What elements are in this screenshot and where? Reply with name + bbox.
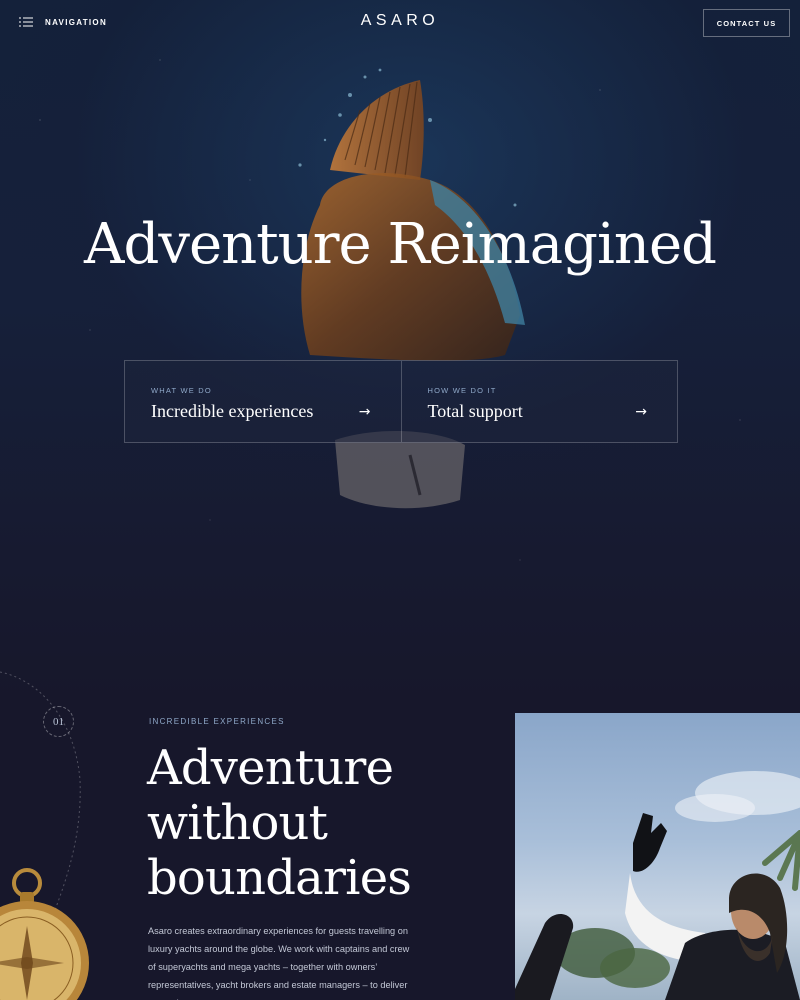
card-title: Incredible experiences xyxy=(151,401,314,421)
site-logo[interactable]: ASARO xyxy=(0,12,800,30)
headline-line: boundaries xyxy=(147,850,412,906)
pirate-photo xyxy=(515,713,800,1000)
card-kicker: WHAT WE DO xyxy=(151,386,212,395)
section-body: Asaro creates extraordinary experiences … xyxy=(148,926,410,1000)
page: NAVIGATION ASARO CONTACT US Adventure Re… xyxy=(0,0,800,1000)
compass-image xyxy=(0,868,89,1000)
headline-line: without xyxy=(147,795,328,851)
hero-cards: WHAT WE DO Incredible experiences → HOW … xyxy=(124,360,678,443)
headline-line: Adventure xyxy=(147,740,394,796)
card-how-we-do-it[interactable]: HOW WE DO IT Total support → xyxy=(400,361,678,442)
section-kicker: INCREDIBLE EXPERIENCES xyxy=(149,717,285,726)
helmet-image xyxy=(298,68,525,509)
section-headline: Adventure without boundaries xyxy=(147,741,487,906)
hero-title: Adventure Reimagined xyxy=(84,212,717,277)
arrow-right-icon[interactable]: → xyxy=(635,404,647,420)
contact-us-button[interactable]: CONTACT US xyxy=(703,9,790,37)
pirate-figure-illustration xyxy=(515,771,800,1000)
section-number: 01 xyxy=(43,706,74,737)
card-title: Total support xyxy=(427,401,523,421)
arrow-right-icon[interactable]: → xyxy=(359,404,371,420)
card-kicker: HOW WE DO IT xyxy=(427,386,497,395)
card-what-we-do[interactable]: WHAT WE DO Incredible experiences → xyxy=(125,361,401,442)
